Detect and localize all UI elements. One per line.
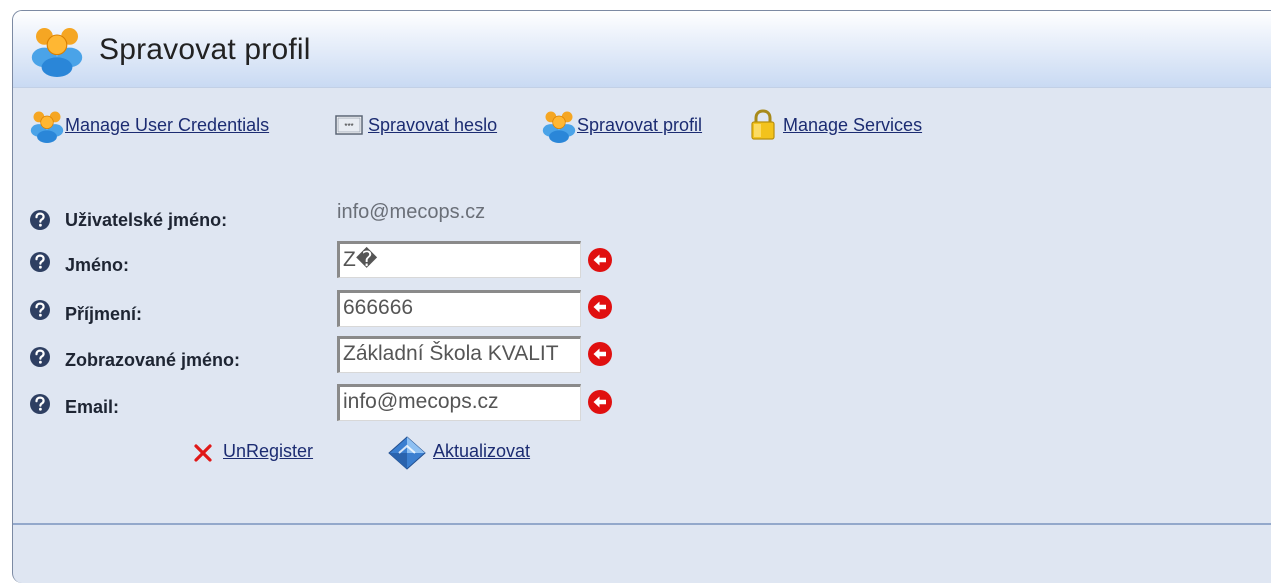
email-label: Email: bbox=[65, 397, 120, 417]
users-icon bbox=[541, 107, 577, 143]
nav-link-manage-credentials[interactable]: Manage User Credentials bbox=[65, 115, 269, 136]
nav-link-profile[interactable]: Spravovat profil bbox=[577, 115, 702, 136]
update-icon[interactable] bbox=[387, 435, 427, 471]
help-icon[interactable] bbox=[29, 393, 51, 415]
first-name-label: Jméno: bbox=[65, 255, 130, 275]
required-indicator-icon bbox=[587, 294, 613, 320]
nav-link-services[interactable]: Manage Services bbox=[783, 115, 922, 136]
help-icon[interactable] bbox=[29, 299, 51, 321]
email-field[interactable]: info@mecops.cz bbox=[337, 384, 581, 421]
help-icon[interactable] bbox=[29, 209, 51, 231]
required-indicator-icon bbox=[587, 389, 613, 415]
nav-item-profile[interactable]: Spravovat profil bbox=[541, 109, 702, 141]
lock-icon bbox=[751, 109, 775, 140]
help-icon[interactable] bbox=[29, 251, 51, 273]
page-title: Spravovat profil bbox=[99, 33, 311, 66]
required-indicator-icon bbox=[587, 341, 613, 367]
svg-text:***: *** bbox=[344, 122, 353, 131]
help-icon[interactable] bbox=[29, 346, 51, 368]
nav-item-manage-credentials[interactable]: Manage User Credentials bbox=[29, 109, 269, 141]
first-name-field[interactable]: Z� bbox=[337, 241, 581, 278]
nav-item-services[interactable]: Manage Services bbox=[747, 109, 922, 141]
username-label: Uživatelské jméno: bbox=[65, 210, 228, 230]
required-indicator-icon bbox=[587, 247, 613, 273]
panel-header: Spravovat profil bbox=[13, 11, 1271, 88]
display-name-field[interactable]: Základní Škola KVALIT bbox=[337, 336, 581, 373]
last-name-field[interactable]: 666666 bbox=[337, 290, 581, 327]
nav-item-password[interactable]: *** Spravovat heslo bbox=[334, 109, 497, 141]
close-icon[interactable] bbox=[191, 441, 215, 465]
password-field-icon: *** bbox=[335, 115, 363, 135]
username-value: info@mecops.cz bbox=[337, 201, 486, 223]
users-icon bbox=[29, 21, 85, 77]
profile-panel: Spravovat profil Manage User Credentials… bbox=[12, 10, 1271, 583]
footer-divider bbox=[13, 523, 1271, 525]
unregister-link[interactable]: UnRegister bbox=[223, 441, 313, 462]
display-name-label: Zobrazované jméno: bbox=[65, 350, 241, 370]
last-name-label: Příjmení: bbox=[65, 304, 143, 324]
update-link[interactable]: Aktualizovat bbox=[433, 441, 530, 462]
users-icon bbox=[29, 107, 65, 143]
nav-link-password[interactable]: Spravovat heslo bbox=[368, 115, 497, 136]
